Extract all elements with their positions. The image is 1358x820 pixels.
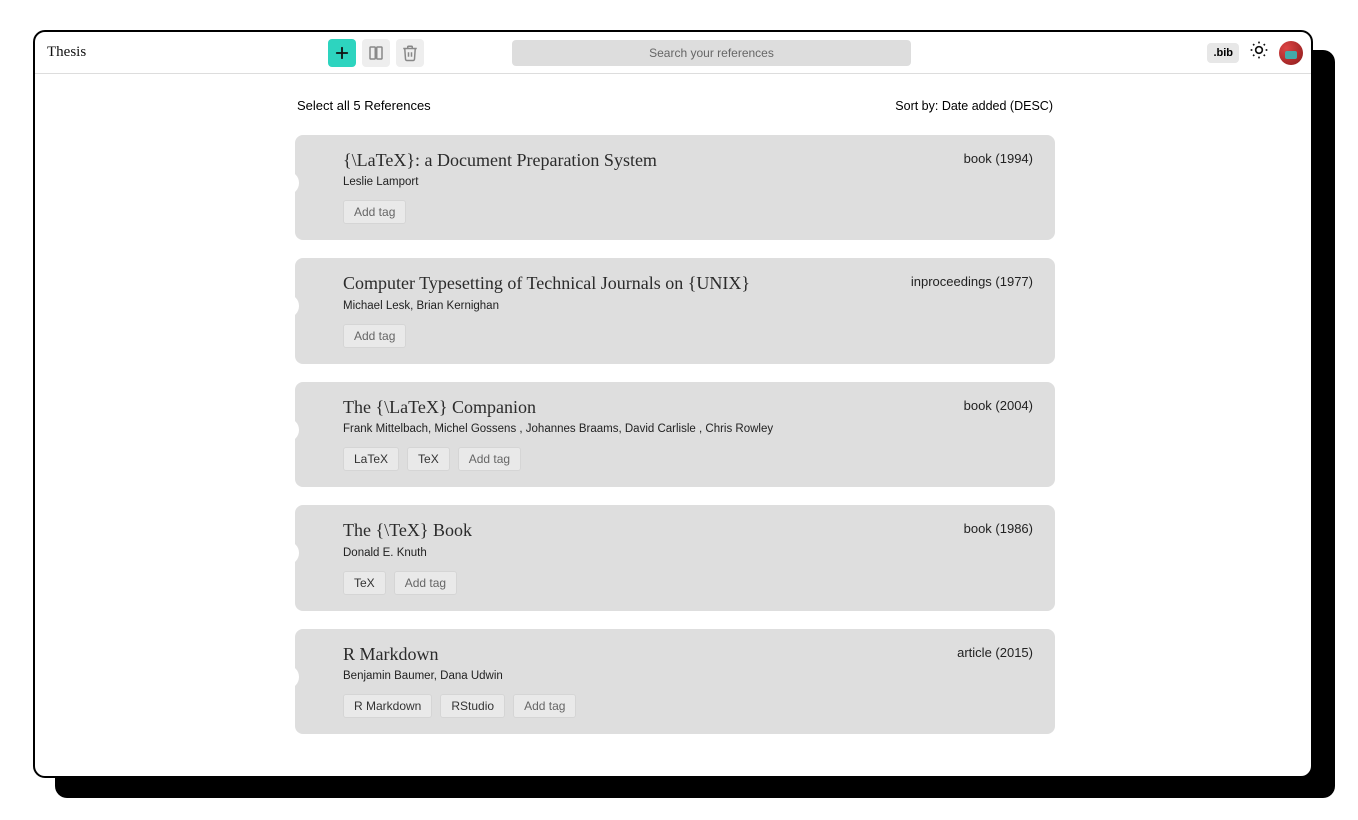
add-tag-button[interactable]: Add tag <box>394 571 457 595</box>
reference-authors: Frank Mittelbach, Michel Gossens , Johan… <box>343 423 1033 435</box>
trash-icon <box>401 44 419 62</box>
reference-meta: article (2015) <box>957 643 1033 660</box>
reference-title: Computer Typesetting of Technical Journa… <box>343 272 750 295</box>
reference-checkbox[interactable] <box>275 541 299 565</box>
add-tag-button[interactable]: Add tag <box>343 200 406 224</box>
select-all-button[interactable]: Select all 5 References <box>297 98 431 113</box>
toolbar-center <box>328 39 911 67</box>
app-window: Thesis .bib Select all <box>33 30 1313 778</box>
reference-authors: Leslie Lamport <box>343 176 1033 188</box>
add-reference-button[interactable] <box>328 39 356 67</box>
content: Select all 5 References Sort by: Date ad… <box>35 74 1311 776</box>
plus-icon <box>333 44 351 62</box>
reference-card[interactable]: {\LaTeX}: a Document Preparation System b… <box>295 135 1055 240</box>
reference-list: {\LaTeX}: a Document Preparation System b… <box>295 135 1055 734</box>
avatar[interactable] <box>1279 41 1303 65</box>
reference-meta: book (2004) <box>964 396 1033 413</box>
reference-title: {\LaTeX}: a Document Preparation System <box>343 149 657 172</box>
tag[interactable]: LaTeX <box>343 447 399 471</box>
reference-meta: book (1994) <box>964 149 1033 166</box>
reference-authors: Michael Lesk, Brian Kernighan <box>343 300 1033 312</box>
sun-icon <box>1249 40 1269 60</box>
reference-card[interactable]: Computer Typesetting of Technical Journa… <box>295 258 1055 363</box>
tags-row: Add tag <box>343 200 1033 224</box>
reference-title: R Markdown <box>343 643 439 666</box>
reference-meta: inproceedings (1977) <box>911 272 1033 289</box>
sort-button[interactable]: Sort by: Date added (DESC) <box>895 99 1053 113</box>
columns-button[interactable] <box>362 39 390 67</box>
reference-card[interactable]: R Markdown article (2015) Benjamin Baumer,… <box>295 629 1055 734</box>
reference-checkbox[interactable] <box>275 418 299 442</box>
reference-checkbox[interactable] <box>275 665 299 689</box>
reference-card[interactable]: The {\LaTeX} Companion book (2004) Frank M… <box>295 382 1055 487</box>
tags-row: R Markdown RStudio Add tag <box>343 694 1033 718</box>
reference-checkbox[interactable] <box>275 171 299 195</box>
reference-meta: book (1986) <box>964 519 1033 536</box>
tag[interactable]: TeX <box>407 447 450 471</box>
reference-card[interactable]: The {\TeX} Book book (1986) Donald E. Knut… <box>295 505 1055 610</box>
tags-row: Add tag <box>343 324 1033 348</box>
reference-authors: Benjamin Baumer, Dana Udwin <box>343 670 1033 682</box>
project-title: Thesis <box>45 44 86 61</box>
tag[interactable]: R Markdown <box>343 694 432 718</box>
toolbar: Thesis .bib <box>35 32 1311 74</box>
tags-row: TeX Add tag <box>343 571 1033 595</box>
delete-button[interactable] <box>396 39 424 67</box>
toolbar-right: .bib <box>1207 40 1303 65</box>
theme-toggle-button[interactable] <box>1249 40 1269 65</box>
search-input[interactable] <box>512 40 911 66</box>
tags-row: LaTeX TeX Add tag <box>343 447 1033 471</box>
add-tag-button[interactable]: Add tag <box>513 694 576 718</box>
add-tag-button[interactable]: Add tag <box>458 447 521 471</box>
list-header: Select all 5 References Sort by: Date ad… <box>295 98 1055 113</box>
export-bib-button[interactable]: .bib <box>1207 43 1239 63</box>
add-tag-button[interactable]: Add tag <box>343 324 406 348</box>
reference-authors: Donald E. Knuth <box>343 547 1033 559</box>
tag[interactable]: RStudio <box>440 694 505 718</box>
columns-icon <box>367 44 385 62</box>
reference-title: The {\TeX} Book <box>343 519 472 542</box>
tag[interactable]: TeX <box>343 571 386 595</box>
reference-checkbox[interactable] <box>275 294 299 318</box>
reference-title: The {\LaTeX} Companion <box>343 396 536 419</box>
